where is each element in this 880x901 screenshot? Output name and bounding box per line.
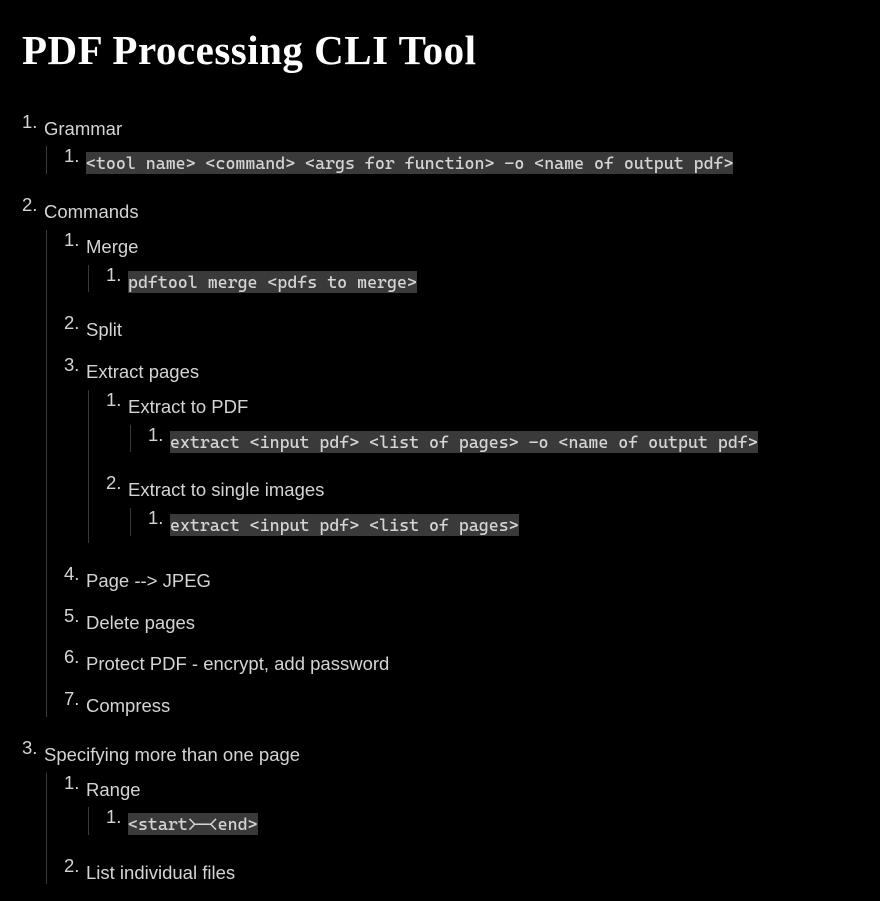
item-label: Protect PDF - encrypt, add password	[86, 653, 389, 674]
item-label: Grammar	[44, 118, 122, 139]
nested-list: pdftool merge <pdfs to merge>	[86, 261, 858, 303]
nested-list: extract <input pdf> <list of pages>	[128, 504, 858, 546]
item-label: Split	[86, 319, 122, 340]
item-label: Extract to PDF	[128, 396, 248, 417]
item-label: Delete pages	[86, 612, 195, 633]
root-outline: Grammar <tool name> <command> <args for …	[22, 108, 858, 901]
item-label: Page --> JPEG	[86, 570, 211, 591]
item-label: Extract pages	[86, 361, 199, 382]
item-label: Specifying more than one page	[44, 744, 300, 765]
code-snippet: extract <input pdf> <list of pages>	[170, 514, 519, 536]
nested-list: Extract to PDF extract <input pdf> <list…	[86, 386, 858, 553]
list-item: Extract pages Extract to PDF extract <in…	[64, 351, 858, 560]
list-item: <tool name> <command> <args for function…	[64, 142, 858, 184]
code-snippet: extract <input pdf> <list of pages> -o <…	[170, 431, 758, 453]
code-snippet: <start>-<end>	[128, 813, 258, 835]
item-label: List individual files	[86, 862, 235, 883]
list-item: Commands Merge pdftool merge <pdfs to me…	[22, 191, 858, 734]
list-item: Protect PDF - encrypt, add password	[64, 643, 858, 685]
list-item: Compress	[64, 685, 858, 727]
nested-list: <tool name> <command> <args for function…	[44, 142, 858, 184]
nested-list: Merge pdftool merge <pdfs to merge> Spli…	[44, 226, 858, 727]
list-item: Specifying more than one page Range <sta…	[22, 734, 858, 901]
code-snippet: pdftool merge <pdfs to merge>	[128, 271, 417, 293]
nested-list: extract <input pdf> <list of pages> -o <…	[128, 421, 858, 463]
list-item: Range <start>-<end>	[64, 769, 858, 853]
list-item: Split	[64, 309, 858, 351]
list-item: extract <input pdf> <list of pages> -o <…	[148, 421, 858, 463]
list-item: Grammar <tool name> <command> <args for …	[22, 108, 858, 192]
nested-list: <start>-<end>	[86, 803, 858, 845]
item-label: Compress	[86, 695, 170, 716]
list-item: Merge pdftool merge <pdfs to merge>	[64, 226, 858, 310]
page-title: PDF Processing CLI Tool	[22, 20, 858, 82]
list-item: <start>-<end>	[106, 803, 858, 845]
item-label: Extract to single images	[128, 479, 324, 500]
list-item: Page --> JPEG	[64, 560, 858, 602]
code-snippet: <tool name> <command> <args for function…	[86, 152, 733, 174]
item-label: Range	[86, 779, 141, 800]
item-label: Merge	[86, 236, 138, 257]
list-item: pdftool merge <pdfs to merge>	[106, 261, 858, 303]
nested-list: Range <start>-<end> List individual file…	[44, 769, 858, 894]
list-item: Delete pages	[64, 602, 858, 644]
list-item: Extract to PDF extract <input pdf> <list…	[106, 386, 858, 470]
list-item: extract <input pdf> <list of pages>	[148, 504, 858, 546]
list-item: Extract to single images extract <input …	[106, 469, 858, 553]
list-item: List individual files	[64, 852, 858, 894]
item-label: Commands	[44, 201, 139, 222]
